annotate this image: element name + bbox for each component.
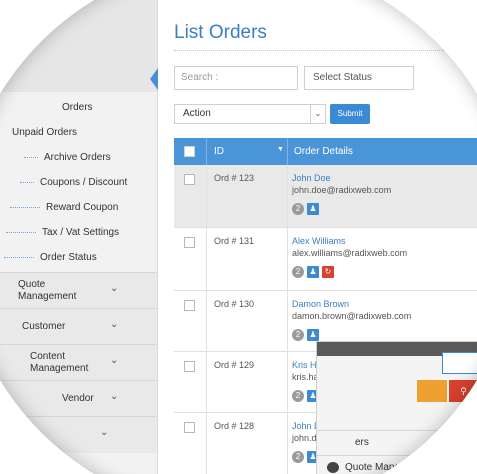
app-screen: Orders Unpaid Orders Archive Orders Coup… [0, 0, 477, 474]
magnifier-lens [0, 0, 477, 474]
